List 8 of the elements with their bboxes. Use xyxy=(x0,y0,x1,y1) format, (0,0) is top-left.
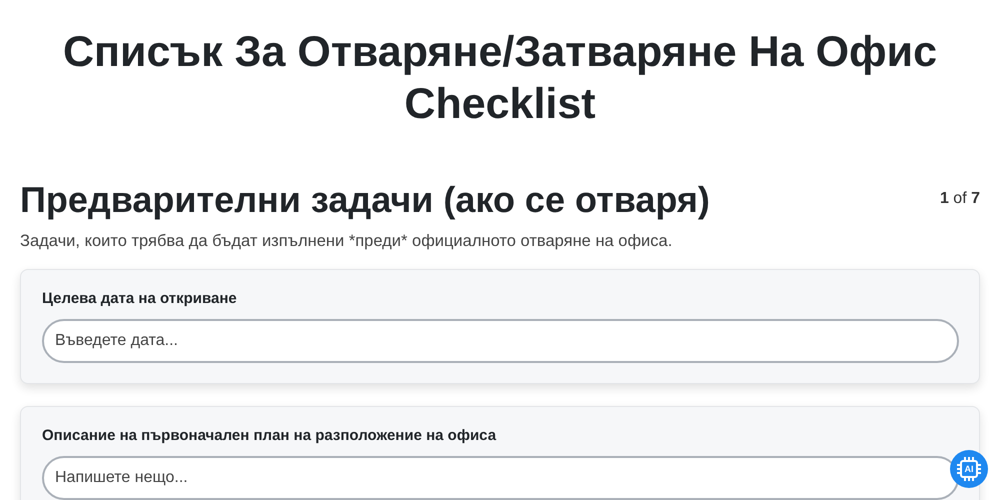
field-label: Описание на първоначален план на разположение на офиса xyxy=(42,427,498,444)
field-label: Целева дата на откриване xyxy=(42,290,238,307)
input-field[interactable]: Въведете дата... xyxy=(42,319,959,363)
section-heading: Предварителни задачи (ако се отваря) xyxy=(20,178,710,222)
page-title: Списък За Отваряне/Затваряне На Офис Checklist xyxy=(62,27,938,130)
input-field[interactable]: Напишете нещо... xyxy=(42,456,959,500)
section-description: Задачи, които трябва да бъдат изпълнени *преди* официалното отваряне на офиса. xyxy=(20,232,674,251)
page-counter: 1 of 7 xyxy=(940,190,980,208)
